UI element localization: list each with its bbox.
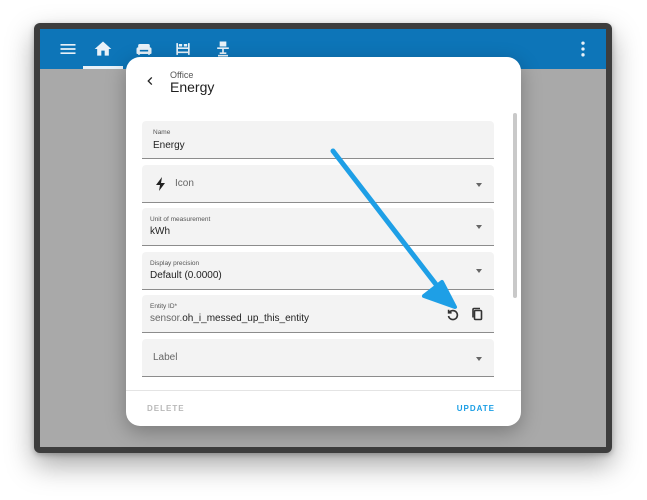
entity-id-field[interactable]: Entity ID* sensor.oh_i_messed_up_this_en… [142,295,494,333]
label-field[interactable]: Label [142,339,494,377]
restore-icon[interactable] [446,308,460,322]
name-field-value: Energy [153,140,185,151]
dialog-scrollbar[interactable] [513,113,517,298]
precision-field-label: Display precision [150,260,200,267]
name-field-label: Name [153,129,171,136]
entity-id-prefix: sensor. [150,313,183,324]
display-precision-field[interactable]: Display precision Default (0.0000) [142,252,494,290]
update-button[interactable]: UPDATE [457,404,495,413]
back-arrow-icon[interactable] [142,73,158,89]
overflow-menu-icon[interactable] [573,39,593,59]
dialog-content: Name Energy Icon Unit of measurement kWh… [126,113,521,390]
chevron-down-icon[interactable] [476,269,482,273]
copy-icon[interactable] [470,307,484,321]
lightning-bolt-icon [156,177,166,191]
menu-icon[interactable] [58,39,78,59]
icon-picker-field[interactable]: Icon [142,165,494,203]
unit-of-measurement-field[interactable]: Unit of measurement kWh [142,208,494,246]
unit-field-value: kWh [150,226,170,237]
icon-field-placeholder: Icon [175,178,194,189]
bed-icon[interactable] [173,39,193,59]
desk-icon[interactable] [213,39,233,59]
name-field[interactable]: Name Energy [142,121,494,159]
delete-button[interactable]: DELETE [147,404,185,413]
dialog-footer: DELETE UPDATE [126,390,521,426]
chevron-down-icon[interactable] [476,357,482,361]
sofa-icon[interactable] [134,39,154,59]
label-field-placeholder: Label [153,352,178,363]
precision-field-value: Default (0.0000) [150,270,222,281]
home-icon[interactable] [93,39,113,59]
active-tab-indicator [83,66,123,69]
chevron-down-icon[interactable] [476,183,482,187]
entity-id-object-id: oh_i_messed_up_this_entity [182,313,310,324]
entity-id-label: Entity ID* [150,303,178,310]
entity-id-value: sensor.oh_i_messed_up_this_entity [150,313,309,324]
chevron-down-icon[interactable] [476,225,482,229]
entity-settings-dialog: Office Energy Name Energy Icon Unit of m… [126,57,521,426]
dialog-title: Energy [170,79,215,95]
unit-field-label: Unit of measurement [150,216,211,223]
